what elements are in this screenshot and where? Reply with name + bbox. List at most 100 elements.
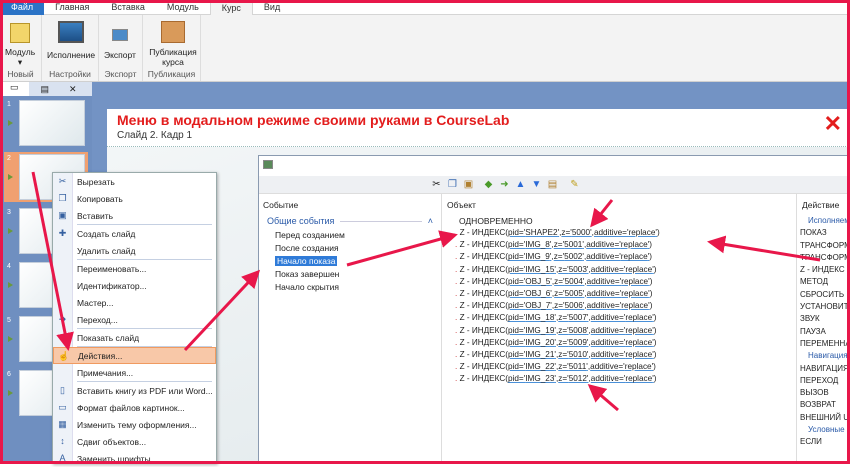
additive-param[interactable]: additive='replace' bbox=[590, 362, 653, 371]
additive-param[interactable]: additive='replace' bbox=[587, 301, 650, 310]
action-type-item[interactable]: ВНЕШНИЙ URL bbox=[798, 413, 850, 425]
additive-param[interactable]: additive='replace' bbox=[586, 252, 649, 261]
action-type-item[interactable]: СБРОСИТЬ bbox=[798, 290, 850, 302]
additive-param[interactable]: additive='replace' bbox=[587, 289, 650, 298]
action-type-item[interactable]: УСТАНОВИТЬ bbox=[798, 302, 850, 314]
arrow-left-icon[interactable]: ◆ bbox=[483, 179, 494, 190]
z-param[interactable]: z='5002' bbox=[554, 252, 584, 261]
additive-param[interactable]: additive='replace' bbox=[594, 228, 657, 237]
additive-param[interactable]: additive='replace' bbox=[586, 240, 649, 249]
action-type-item[interactable]: ПЕРЕХОД bbox=[798, 376, 850, 388]
z-param[interactable]: z='5008' bbox=[558, 326, 588, 335]
action-row[interactable]: . Z - ИНДЕКС(pid='IMG_20',z='5009',addit… bbox=[443, 338, 796, 350]
action-type-item[interactable]: ЕСЛИ bbox=[798, 437, 850, 449]
additive-param[interactable]: additive='replace' bbox=[587, 277, 650, 286]
z-param[interactable]: z='5010' bbox=[558, 350, 588, 359]
z-param[interactable]: z='5003' bbox=[558, 265, 588, 274]
action-row[interactable]: . Z - ИНДЕКС(pid='IMG_15',z='5003',addit… bbox=[443, 265, 796, 277]
action-type-item[interactable]: Z - ИНДЕКС bbox=[798, 265, 850, 277]
z-param[interactable]: z='5011' bbox=[558, 362, 588, 371]
action-row[interactable]: . Z - ИНДЕКС(pid='SHAPE2',z='5000',addit… bbox=[443, 228, 796, 240]
pid-param[interactable]: pid='OBJ_7' bbox=[508, 301, 552, 310]
additive-param[interactable]: additive='replace' bbox=[591, 265, 654, 274]
menu-item-4[interactable]: Удалить слайд bbox=[53, 242, 216, 259]
action-group-header[interactable]: Условные bbox=[798, 425, 850, 437]
menu-item-10[interactable]: ☝ Действия... bbox=[53, 347, 216, 364]
slide-thumbnail[interactable]: 1 bbox=[4, 98, 88, 148]
arrow-up-icon[interactable]: ▲ bbox=[515, 179, 526, 190]
additive-param[interactable]: additive='replace' bbox=[591, 338, 654, 347]
menu-item-5[interactable]: Переименовать... bbox=[53, 260, 216, 277]
root-node[interactable]: ОДНОВРЕМЕННО bbox=[443, 216, 796, 228]
additive-param[interactable]: additive='replace' bbox=[591, 326, 654, 335]
action-row[interactable]: . Z - ИНДЕКС(pid='IMG_22',z='5011',addit… bbox=[443, 362, 796, 374]
action-row[interactable]: . Z - ИНДЕКС(pid='IMG_8',z='5001',additi… bbox=[443, 240, 796, 252]
pid-param[interactable]: pid='IMG_18' bbox=[508, 313, 556, 322]
menu-item-16[interactable]: A Заменить шрифты... bbox=[53, 450, 216, 467]
edit-icon[interactable]: ✎ bbox=[569, 179, 580, 190]
event-group[interactable]: Общие события ˄ bbox=[259, 216, 441, 229]
event-item[interactable]: Начало показа bbox=[259, 255, 441, 268]
z-param[interactable]: z='5004' bbox=[554, 277, 584, 286]
copy-icon[interactable]: ❐ bbox=[447, 179, 458, 190]
action-type-item[interactable]: ПОКАЗ bbox=[798, 228, 850, 240]
menu-item-13[interactable]: ▭ Формат файлов картинок... bbox=[53, 399, 216, 416]
z-param[interactable]: z='5007' bbox=[558, 313, 588, 322]
action-row[interactable]: . Z - ИНДЕКС(pid='OBJ_7',z='5006',additi… bbox=[443, 301, 796, 313]
action-row[interactable]: . Z - ИНДЕКС(pid='IMG_19',z='5008',addit… bbox=[443, 326, 796, 338]
z-param[interactable]: z='5000' bbox=[561, 228, 591, 237]
pid-param[interactable]: pid='IMG_23' bbox=[508, 374, 556, 383]
action-type-item[interactable]: ТРАНСФОРМАЦИЯ bbox=[798, 241, 850, 253]
action-row[interactable]: . Z - ИНДЕКС(pid='IMG_23',z='5012',addit… bbox=[443, 374, 796, 386]
menu-item-7[interactable]: Мастер... bbox=[53, 294, 216, 311]
tab-view[interactable]: Вид bbox=[253, 0, 291, 15]
action-row[interactable]: . Z - ИНДЕКС(pid='IMG_9',z='5002',additi… bbox=[443, 252, 796, 264]
event-item[interactable]: Начало скрытия bbox=[259, 281, 441, 294]
action-row[interactable]: . Z - ИНДЕКС(pid='OBJ_6',z='5005',additi… bbox=[443, 289, 796, 301]
arrow-down-icon[interactable]: ▼ bbox=[531, 179, 542, 190]
action-row[interactable]: . Z - ИНДЕКС(pid='IMG_18',z='5007',addit… bbox=[443, 313, 796, 325]
menu-item-11[interactable]: Примечания... bbox=[53, 364, 216, 381]
slides-tab-icon[interactable]: ▭ bbox=[0, 82, 29, 96]
z-param[interactable]: z='5001' bbox=[554, 240, 584, 249]
pid-param[interactable]: pid='IMG_8' bbox=[508, 240, 551, 249]
close-x-icon[interactable]: ✕ bbox=[824, 111, 842, 137]
action-row[interactable]: . Z - ИНДЕКС(pid='IMG_21',z='5010',addit… bbox=[443, 350, 796, 362]
z-param[interactable]: z='5006' bbox=[554, 301, 584, 310]
additive-param[interactable]: additive='replace' bbox=[591, 350, 654, 359]
action-type-item[interactable]: НАВИГАЦИЯ bbox=[798, 364, 850, 376]
z-param[interactable]: z='5009' bbox=[558, 338, 588, 347]
action-type-item[interactable]: ЗВУК bbox=[798, 314, 850, 326]
pid-param[interactable]: pid='IMG_21' bbox=[508, 350, 556, 359]
menu-item-15[interactable]: ↕ Сдвиг объектов... bbox=[53, 433, 216, 450]
arrow-right-icon[interactable]: ➜ bbox=[499, 179, 510, 190]
action-type-item[interactable]: ПАУЗА bbox=[798, 327, 850, 339]
tab-file[interactable]: Файл bbox=[0, 0, 45, 15]
menu-item-14[interactable]: ▦ Изменить тему оформления... bbox=[53, 416, 216, 433]
tab-insert[interactable]: Вставка bbox=[100, 0, 155, 15]
paste-icon[interactable]: ▣ bbox=[463, 179, 474, 190]
action-type-item[interactable]: ВОЗВРАТ bbox=[798, 400, 850, 412]
menu-item-9[interactable]: Показать слайд bbox=[53, 329, 216, 346]
pid-param[interactable]: pid='IMG_22' bbox=[508, 362, 556, 371]
tab-module[interactable]: Модуль bbox=[156, 0, 210, 15]
cut-icon[interactable]: ✂ bbox=[431, 179, 442, 190]
pid-param[interactable]: pid='SHAPE2' bbox=[508, 228, 559, 237]
action-row[interactable]: . Z - ИНДЕКС(pid='OBJ_5',z='5004',additi… bbox=[443, 277, 796, 289]
action-type-item[interactable]: МЕТОД bbox=[798, 277, 850, 289]
additive-param[interactable]: additive='replace' bbox=[591, 374, 654, 383]
menu-item-3[interactable]: ✚ Создать слайд bbox=[53, 225, 216, 242]
menu-item-12[interactable]: ▯ Вставить книгу из PDF или Word... bbox=[53, 382, 216, 399]
z-param[interactable]: z='5005' bbox=[554, 289, 584, 298]
pid-param[interactable]: pid='IMG_15' bbox=[508, 265, 556, 274]
pid-param[interactable]: pid='IMG_19' bbox=[508, 326, 556, 335]
close-icon[interactable]: ✕ bbox=[69, 84, 77, 95]
event-item[interactable]: Перед созданием bbox=[259, 229, 441, 242]
outline-tab-icon[interactable]: ▤ bbox=[41, 84, 50, 95]
pid-param[interactable]: pid='IMG_20' bbox=[508, 338, 556, 347]
pid-param[interactable]: pid='IMG_9' bbox=[508, 252, 551, 261]
z-param[interactable]: z='5012' bbox=[558, 374, 588, 383]
pid-param[interactable]: pid='OBJ_5' bbox=[508, 277, 552, 286]
collapse-icon[interactable]: ˄ bbox=[428, 216, 433, 226]
additive-param[interactable]: additive='replace' bbox=[591, 313, 654, 322]
